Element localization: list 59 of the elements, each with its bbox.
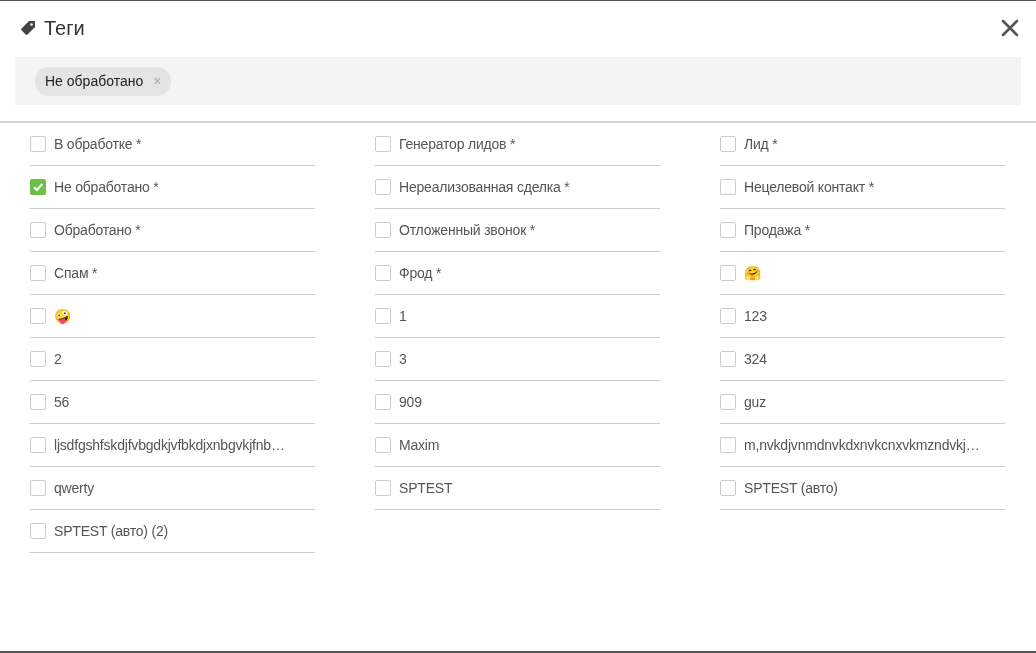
- checkbox[interactable]: [30, 394, 46, 410]
- checkbox[interactable]: [720, 394, 736, 410]
- checkbox[interactable]: [720, 222, 736, 238]
- tag-label[interactable]: 324: [744, 348, 767, 370]
- tag-label[interactable]: ljsdfgshfskdjfvbgdkjvfbkdjxnbgvkjfnb…: [54, 434, 285, 456]
- checkbox[interactable]: [720, 179, 736, 195]
- checkbox[interactable]: [375, 265, 391, 281]
- tag-label[interactable]: 1: [399, 305, 407, 327]
- tag-label[interactable]: 909: [399, 391, 422, 413]
- checkbox[interactable]: [375, 179, 391, 195]
- tag-label[interactable]: Не обработано *: [54, 176, 159, 198]
- checkbox[interactable]: [375, 437, 391, 453]
- tag-label[interactable]: Отложенный звонок *: [399, 219, 535, 241]
- tag-label[interactable]: 123: [744, 305, 767, 327]
- tag-label[interactable]: Лид *: [744, 133, 778, 155]
- checkbox[interactable]: [30, 222, 46, 238]
- tag-icon: [20, 20, 36, 36]
- selected-tags-field[interactable]: Не обработано ×: [15, 57, 1021, 105]
- tag-label[interactable]: Генератор лидов *: [399, 133, 516, 155]
- checkbox[interactable]: [30, 437, 46, 453]
- tag-label[interactable]: Спам *: [54, 262, 98, 284]
- tag-label[interactable]: 2: [54, 348, 62, 370]
- checkbox[interactable]: [375, 351, 391, 367]
- checkbox[interactable]: [30, 308, 46, 324]
- tag-label[interactable]: В обработке *: [54, 133, 142, 155]
- tag-label[interactable]: Maxim: [399, 434, 440, 456]
- tag-label[interactable]: 3: [399, 348, 407, 370]
- close-button[interactable]: [1000, 18, 1020, 38]
- checkbox[interactable]: [30, 265, 46, 281]
- checkbox[interactable]: [375, 480, 391, 496]
- checkbox[interactable]: [30, 523, 46, 539]
- checkbox[interactable]: [30, 480, 46, 496]
- checkbox[interactable]: [720, 136, 736, 152]
- checkbox[interactable]: [720, 308, 736, 324]
- tag-label[interactable]: SPTEST: [399, 477, 453, 499]
- checkbox[interactable]: [375, 394, 391, 410]
- checkbox[interactable]: [720, 437, 736, 453]
- tag-label[interactable]: Продажа *: [744, 219, 810, 241]
- dialog-title: Теги: [44, 16, 85, 41]
- checkbox[interactable]: [720, 351, 736, 367]
- checkbox[interactable]: [30, 351, 46, 367]
- tag-label[interactable]: m,nvkdjvnmdnvkdxnvkcnxvkmzndvkj…: [744, 434, 980, 456]
- tag-label[interactable]: qwerty: [54, 477, 95, 499]
- tag-label[interactable]: SPTEST (авто): [744, 477, 838, 499]
- tag-label[interactable]: Нецелевой контакт *: [744, 176, 874, 198]
- tag-label[interactable]: guz: [744, 391, 766, 413]
- tag-label[interactable]: Фрод *: [399, 262, 442, 284]
- checkbox[interactable]: [375, 222, 391, 238]
- tag-label[interactable]: 56: [54, 391, 70, 413]
- tag-label[interactable]: SPTEST (авто) (2): [54, 520, 168, 542]
- checkbox[interactable]: [720, 265, 736, 281]
- checkbox[interactable]: [30, 136, 46, 152]
- tag-chip-label: Не обработано: [45, 71, 144, 91]
- tag-label[interactable]: Обработано *: [54, 219, 141, 241]
- checkbox[interactable]: [375, 308, 391, 324]
- checkbox[interactable]: [375, 136, 391, 152]
- tag-label[interactable]: Нереализованная сделка *: [399, 176, 570, 198]
- checkbox[interactable]: [30, 179, 46, 195]
- checkbox[interactable]: [720, 480, 736, 496]
